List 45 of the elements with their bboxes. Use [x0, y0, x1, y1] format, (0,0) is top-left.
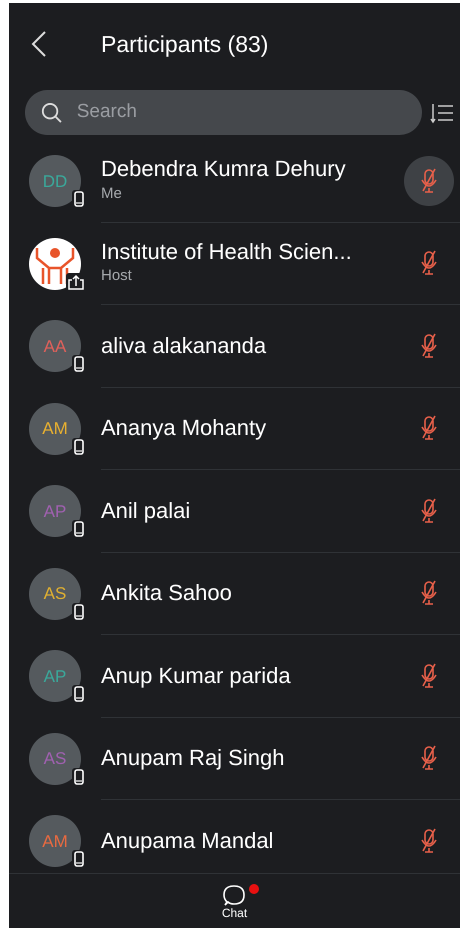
muted-mic-icon: [421, 828, 437, 854]
phone-icon: [71, 766, 87, 787]
search-field[interactable]: Search: [74, 97, 406, 128]
muted-mic-icon: [421, 662, 437, 689]
back-icon: [31, 30, 47, 58]
avatar-initials: AP: [44, 666, 66, 688]
phone-icon: [71, 519, 87, 540]
participant-role: Me: [101, 184, 122, 204]
avatar-initials: AS: [44, 748, 66, 770]
avatar-initials: DD: [42, 170, 68, 192]
participant-name: Anupam Raj Singh: [101, 745, 284, 772]
page-title: Participants (83): [101, 30, 268, 59]
avatar-initials: AA: [44, 336, 66, 358]
participant-name: Institute of Health Scien...: [101, 238, 352, 266]
participant-role: Host: [101, 266, 132, 286]
muted-mic-icon: [421, 745, 437, 772]
avatar-initials: AM: [42, 418, 68, 440]
avatar-initials: AM: [42, 830, 68, 852]
muted-mic-icon: [421, 250, 437, 276]
participant-name: Ananya Mohanty: [101, 415, 266, 442]
participant-name: aliva alakananda: [101, 332, 266, 359]
share-screen-icon: [65, 272, 87, 292]
muted-mic-icon: [421, 498, 437, 524]
phone-icon: [71, 436, 87, 457]
phone-icon: [71, 849, 87, 870]
participant-name: Debendra Kumra Dehury: [101, 156, 346, 183]
avatar-initials: AP: [44, 500, 66, 522]
phone-icon: [71, 602, 87, 622]
participant-name: Anil palai: [101, 498, 190, 524]
muted-mic-icon: [421, 332, 437, 359]
logo-icon: [29, 238, 81, 290]
chat-tab[interactable]: Chat: [208, 881, 262, 921]
phone-icon: [71, 354, 87, 374]
muted-mic-icon: [421, 415, 437, 442]
muted-mic-icon: [421, 580, 437, 606]
phone-icon: [71, 189, 87, 210]
search-icon: [41, 100, 63, 124]
avatar-initials: AS: [44, 583, 66, 605]
participant-name: Ankita Sahoo: [101, 580, 232, 606]
participant-name: Anupama Mandal: [101, 828, 274, 854]
participant-name: Anup Kumar parida: [101, 662, 291, 689]
search-bar[interactable]: Search: [25, 90, 422, 135]
chat-icon: [222, 883, 246, 908]
muted-mic-icon: [421, 168, 437, 194]
phone-icon: [71, 684, 87, 704]
